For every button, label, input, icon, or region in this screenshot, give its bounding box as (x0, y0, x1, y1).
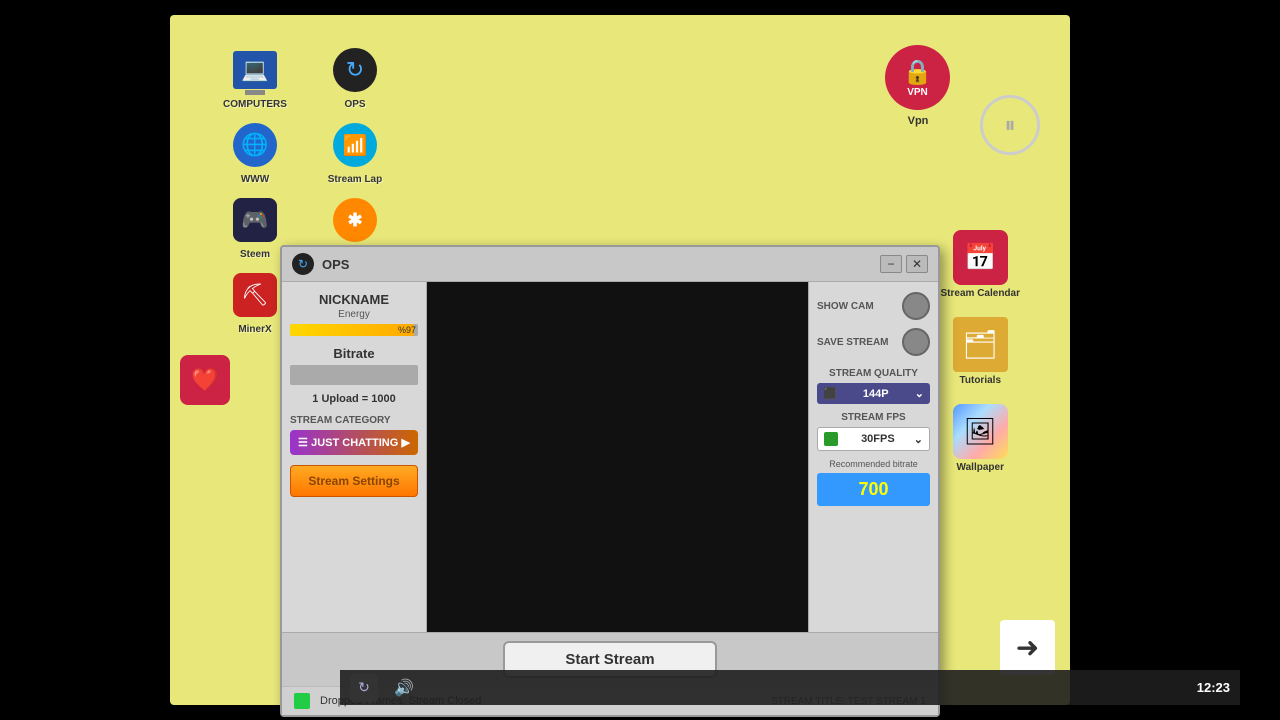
stream-settings-button[interactable]: Stream Settings (290, 465, 418, 497)
stream-category-label: STREAM CATEGORY (290, 415, 418, 426)
computers-label: COMPUTERS (223, 99, 287, 110)
stream-calendar-item[interactable]: 📅 Stream Calendar (941, 230, 1020, 299)
stream-settings-text: Stream Settings (308, 474, 399, 488)
desktop-screen: 💻 COMPUTERS ↻ OPS 🌐 WWW (170, 15, 1070, 705)
energy-pct: %97 (398, 324, 416, 336)
close-button[interactable]: ✕ (906, 255, 928, 273)
www-icon: 🌐 (230, 120, 280, 170)
ops-right-panel: SHOW CAM SAVE STREAM STREAM QUALITY ⬛ 14… (808, 282, 938, 632)
ops-left-panel: NICKNAME Energy %97 Bitrate 1 Upload = 1… (282, 282, 427, 632)
bitrate-bar (290, 365, 418, 385)
bitrate-value-display: 700 (817, 473, 930, 506)
ops-energy-label: Energy (290, 309, 418, 320)
minimize-button[interactable]: − (880, 255, 902, 273)
pause-icon: ⏸ (1004, 112, 1015, 138)
chat-icon: ☰ (298, 436, 308, 449)
quality-chevron-icon: ⌄ (915, 387, 924, 400)
tutorials-icon: 🗂 (953, 317, 1008, 372)
save-stream-row: SAVE STREAM (817, 328, 930, 356)
save-stream-toggle[interactable] (902, 328, 930, 356)
just-chatting-button[interactable]: ☰ JUST CHATTING ▶ (290, 430, 418, 455)
vpn-icon[interactable]: 🔒 VPN (885, 45, 950, 110)
ops-title-icon: ↻ (292, 253, 314, 275)
www-label: WWW (241, 174, 269, 185)
tutorials-item[interactable]: 🗂 Tutorials (941, 317, 1020, 386)
steam-icon: 🎮 (230, 195, 280, 245)
quality-select-value: 144P (863, 388, 889, 400)
streamlap-icon-item[interactable]: 📶 Stream Lap (320, 120, 390, 185)
ops-desktop-label: OPS (344, 99, 365, 110)
fps-select[interactable]: 30FPS ⌄ (817, 427, 930, 451)
save-stream-label: SAVE STREAM (817, 337, 889, 348)
steam-label: Steem (240, 249, 270, 260)
show-cam-label: SHOW CAM (817, 301, 874, 312)
ops-desktop-icon: ↻ (330, 45, 380, 95)
show-cam-toggle[interactable] (902, 292, 930, 320)
chat-arrow-icon: ▶ (402, 436, 410, 449)
ops-window-title: OPS (322, 257, 876, 272)
energy-bar: %97 (290, 324, 418, 336)
vpn-lock-icon: 🔒 (903, 58, 933, 87)
right-icons-area: 📅 Stream Calendar 🗂 Tutorials 🖼 Wallpape… (941, 230, 1020, 473)
ops-content-area: NICKNAME Energy %97 Bitrate 1 Upload = 1… (282, 282, 938, 632)
exit-button[interactable]: ➜ (1000, 620, 1055, 675)
status-indicator (294, 693, 310, 709)
volume-icon[interactable]: 🔊 (394, 678, 414, 698)
taskbar-ops-icon[interactable]: ↻ (350, 674, 378, 702)
stream-calendar-label: Stream Calendar (941, 288, 1020, 299)
fps-checkbox (824, 432, 838, 446)
www-icon-item[interactable]: 🌐 WWW (220, 120, 290, 185)
fps-value: 30FPS (861, 433, 895, 445)
stream-quality-label: STREAM QUALITY (817, 368, 930, 379)
quality-select-icon: ⬛ (823, 387, 837, 400)
wallpaper-item[interactable]: 🖼 Wallpaper (941, 404, 1020, 473)
icon-row-2: 🌐 WWW 📶 Stream Lap (220, 120, 390, 185)
miner-icon: ⛏ (230, 270, 280, 320)
start-stream-text: Start Stream (565, 651, 654, 668)
tutorials-label: Tutorials (960, 375, 1001, 386)
streamlap-label: Stream Lap (328, 174, 382, 185)
taskbar: ↻ 🔊 12:23 (340, 670, 1240, 705)
vpn-label: Vpn (888, 115, 948, 127)
wallpaper-label: Wallpaper (957, 462, 1004, 473)
energy-bar-fill (290, 324, 414, 336)
ops-desktop-icon-item[interactable]: ↻ OPS (320, 45, 390, 110)
ops-nickname: NICKNAME (290, 292, 418, 307)
miner-label: MinerX (238, 324, 271, 335)
stream-fps-label: STREAM FPS (817, 412, 930, 423)
vpn-text: VPN (907, 87, 928, 98)
computers-icon-item[interactable]: 💻 COMPUTERS (220, 45, 290, 110)
stream-calendar-icon: 📅 (953, 230, 1008, 285)
quality-select[interactable]: ⬛ 144P ⌄ (817, 383, 930, 404)
pause-button[interactable]: ⏸ (980, 95, 1040, 155)
quality-section: STREAM QUALITY ⬛ 144P ⌄ STREAM FPS 30FPS… (817, 368, 930, 506)
fps-chevron-icon: ⌄ (914, 433, 923, 446)
streamlap-icon: 📶 (330, 120, 380, 170)
just-chatting-text: JUST CHATTING (311, 437, 398, 449)
stream-preview (427, 282, 808, 632)
bitrate-label: Bitrate (290, 346, 418, 361)
ops-titlebar: ↻ OPS − ✕ (282, 247, 938, 282)
icon-row-1: 💻 COMPUTERS ↻ OPS (220, 45, 390, 110)
heartrate-icon[interactable]: ❤️ (180, 355, 230, 405)
clock: 12:23 (1197, 680, 1230, 695)
show-cam-row: SHOW CAM (817, 292, 930, 320)
recommended-bitrate-label: Recommended bitrate (817, 459, 930, 469)
wallpaper-icon: 🖼 (953, 404, 1008, 459)
ops-window: ↻ OPS − ✕ NICKNAME Energy %97 Bitrate 1 … (280, 245, 940, 717)
computers-icon: 💻 (230, 45, 280, 95)
avest-icon: ✱ (330, 195, 380, 245)
upload-label: 1 Upload = 1000 (290, 393, 418, 405)
